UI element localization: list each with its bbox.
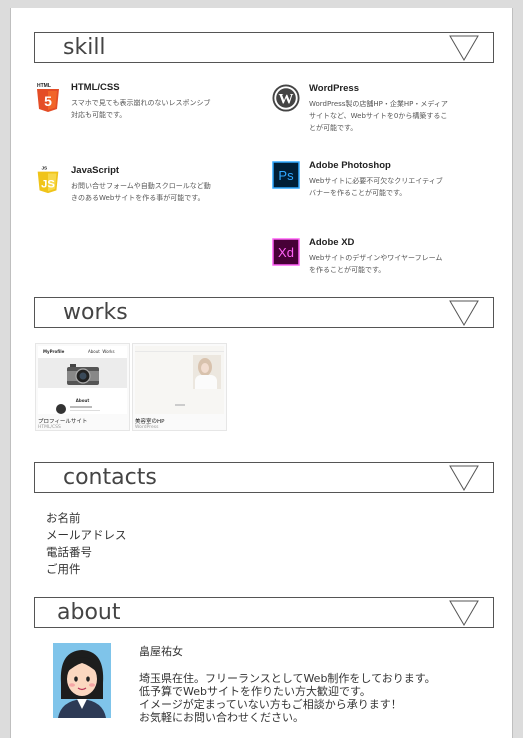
camera-image [67,364,99,385]
skill-name: Adobe Photoshop [309,160,391,171]
chevron-down-icon[interactable] [449,300,479,326]
skill-item-adobe-xd: Xd Adobe XD Webサイトのデザインやワイヤーフレームを作ることが可能… [272,237,472,287]
skill-name: Adobe XD [309,237,355,248]
svg-text:HTML: HTML [37,83,51,89]
thumb-heading: About [75,398,90,403]
thumb-nav: About Works [88,349,115,354]
contacts-section-title: contacts [63,465,157,490]
contact-label-email: メールアドレス [46,528,127,542]
xd-icon: Xd [272,238,300,266]
page-container: skill HTML 5 HTML/CSS スマホで見ても表示崩れのないレスポン… [10,8,513,738]
skill-item-javascript: JS JS JavaScript お問い合せフォームや自動スクロールなど動きのあ… [34,165,234,220]
about-line-3: イメージが定まっていない方もご相談から承ります！ [139,698,402,711]
skill-description: お問い合せフォームや自動スクロールなど動きのあるWebサイトを作る事が可能です。 [71,182,211,202]
works-section-title: works [63,300,128,325]
skill-item-html-css: HTML 5 HTML/CSS スマホで見ても表示崩れのないレスポンシブ対応も可… [34,82,234,132]
about-line-1: 埼玉県在住。フリーランスとしてWeb制作をしております。 [139,672,436,685]
contact-label-name: お名前 [46,511,81,525]
thumb-brand: MyProfile [43,349,65,354]
javascript-icon: JS JS [37,166,59,194]
work-card-profile-site[interactable]: MyProfile About Works About プロフィールサイト HT… [35,343,130,431]
html5-icon: HTML 5 [37,83,59,112]
wordpress-icon: W [272,84,300,112]
skill-name: HTML/CSS [71,82,120,93]
chevron-down-icon[interactable] [449,600,479,626]
about-line-2: 低予算でWebサイトを作りたい方大歓迎です。 [139,685,371,698]
svg-text:5: 5 [44,93,52,109]
skill-description: Webサイトのデザインやワイヤーフレームを作ることが可能です。 [309,254,443,274]
svg-text:Ps: Ps [278,168,294,183]
skill-section-header[interactable]: skill [34,32,494,63]
skill-item-photoshop: Ps Adobe Photoshop Webサイトに必要不可欠なクリエイティブバ… [272,160,472,210]
svg-text:W: W [279,92,294,108]
contacts-section-header[interactable]: contacts [34,462,494,493]
work-tag: WordPress [135,425,159,430]
svg-text:JS: JS [41,166,47,171]
photoshop-icon: Ps [272,161,300,189]
skill-description: WordPress製の店舗HP・企業HP・メディアサイトなど、Webサイトを0か… [309,100,448,132]
chevron-down-icon[interactable] [449,35,479,61]
skill-name: WordPress [309,83,359,94]
skill-description: スマホで見ても表示崩れのないレスポンシブ対応も可能です。 [71,99,211,119]
profile-avatar [53,643,111,718]
work-title: プロフィールサイト [38,419,88,425]
about-line-4: お気軽にお問い合わせください。 [139,711,304,724]
svg-text:JS: JS [41,179,55,191]
contact-label-phone: 電話番号 [46,545,92,559]
skill-section-title: skill [63,35,106,60]
work-thumbnail [135,346,224,414]
work-title: 美容室のHP [135,419,165,425]
work-thumbnail: MyProfile About Works About [38,346,127,414]
chevron-down-icon[interactable] [449,465,479,491]
contact-label-inquiry: ご用件 [46,562,81,576]
model-photo [193,355,221,389]
works-section-header[interactable]: works [34,297,494,328]
skill-description: Webサイトに必要不可欠なクリエイティブバナーを作ることが可能です。 [309,177,443,197]
skill-name: JavaScript [71,165,120,176]
svg-text:Xd: Xd [278,245,294,260]
about-section-header[interactable]: about [34,597,494,628]
avatar [56,404,66,414]
work-card-salon-hp[interactable]: 美容室のHP WordPress [132,343,227,431]
about-section-title: about [57,600,121,625]
work-tag: HTML/CSS [38,425,61,430]
skill-item-wordpress: W WordPress WordPress製の店舗HP・企業HP・メディアサイト… [272,83,472,138]
about-name: 畠屋祐女 [139,645,183,658]
